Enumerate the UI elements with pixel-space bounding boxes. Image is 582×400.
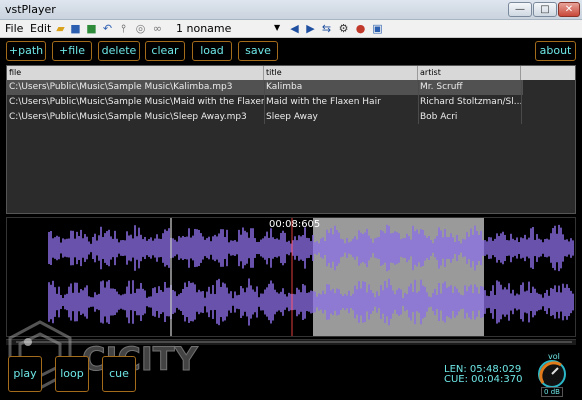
loop-button[interactable]: loop [55,356,89,392]
preset-select[interactable]: 1 noname [176,22,231,35]
next-icon[interactable]: ▶ [304,22,317,35]
cue-readout: CUE: 00:04:370 [444,374,523,385]
position-time: 00:08:605 [269,219,321,230]
column-divider [418,80,419,124]
cd-icon[interactable]: ◎ [134,22,147,35]
column-divider [264,80,265,124]
close-button[interactable]: ✕ [558,2,580,17]
swap-icon[interactable]: ⇆ [320,22,333,35]
menu-toolbar: File Edit ▰ ■ ■ ↶ ⫯ ◎ ∞ 1 noname ▼ ◀ ▶ ⇆… [0,20,582,38]
load-button[interactable]: load [192,41,232,61]
play-button[interactable]: play [8,356,42,392]
volume-value: 0 dB [541,387,563,397]
window-title: vstPlayer [5,3,56,16]
table-row[interactable]: C:\Users\Public\Music\Sample Music\Sleep… [7,110,523,125]
add-file-button[interactable]: +file [52,41,92,61]
cell-title: Kalimba [266,82,303,92]
about-button[interactable]: about [535,41,576,61]
column-header-file[interactable]: file [7,66,264,80]
table-header: file title artist [7,66,575,80]
title-bar: vstPlayer — □ ✕ [0,0,582,20]
waveform-channel-left [48,224,574,272]
cell-title: Sleep Away [266,112,318,122]
save-as-icon[interactable]: ■ [85,22,98,35]
fork-icon[interactable]: ⫯ [117,22,130,35]
action-bar: +path +file delete clear load save about [0,38,582,64]
cell-file: C:\Users\Public\Music\Sample Music\Maid … [9,97,264,107]
cell-artist: Bob Acri [420,112,458,122]
volume-knob[interactable] [536,358,568,390]
table-row[interactable]: C:\Users\Public\Music\Sample Music\Maid … [7,95,523,110]
cell-file: C:\Users\Public\Music\Sample Music\Kalim… [9,82,233,92]
cell-artist: Richard Stoltzman/Sl... [420,97,521,107]
column-header-artist[interactable]: artist [418,66,521,80]
svg-text:CJCITY: CJCITY [82,340,199,378]
cell-artist: Mr. Scruff [420,82,463,92]
cue-button[interactable]: cue [102,356,136,392]
link-icon[interactable]: ∞ [151,22,164,35]
delete-button[interactable]: delete [98,41,140,61]
playlist-table[interactable]: file title artist C:\Users\Public\Music\… [6,65,576,214]
add-path-button[interactable]: +path [6,41,46,61]
minimize-button[interactable]: — [508,2,532,17]
undo-icon[interactable]: ↶ [101,22,114,35]
open-folder-icon[interactable]: ▰ [54,22,67,35]
save-button[interactable]: save [238,41,278,61]
export-icon[interactable]: ▣ [371,22,384,35]
chevron-down-icon[interactable]: ▼ [274,23,280,32]
clear-button[interactable]: clear [145,41,185,61]
menu-file[interactable]: File [5,22,23,35]
stop-icon[interactable]: ● [354,22,367,35]
column-divider [521,80,522,124]
cell-title: Maid with the Flaxen Hair [266,97,381,107]
column-header-title[interactable]: title [264,66,418,80]
table-row[interactable]: C:\Users\Public\Music\Sample Music\Kalim… [7,80,523,95]
save-icon[interactable]: ■ [69,22,82,35]
maximize-button[interactable]: □ [533,2,557,17]
menu-edit[interactable]: Edit [30,22,51,35]
settings-icon[interactable]: ⚙ [337,22,350,35]
prev-icon[interactable]: ◀ [288,22,301,35]
cell-file: C:\Users\Public\Music\Sample Music\Sleep… [9,112,247,122]
